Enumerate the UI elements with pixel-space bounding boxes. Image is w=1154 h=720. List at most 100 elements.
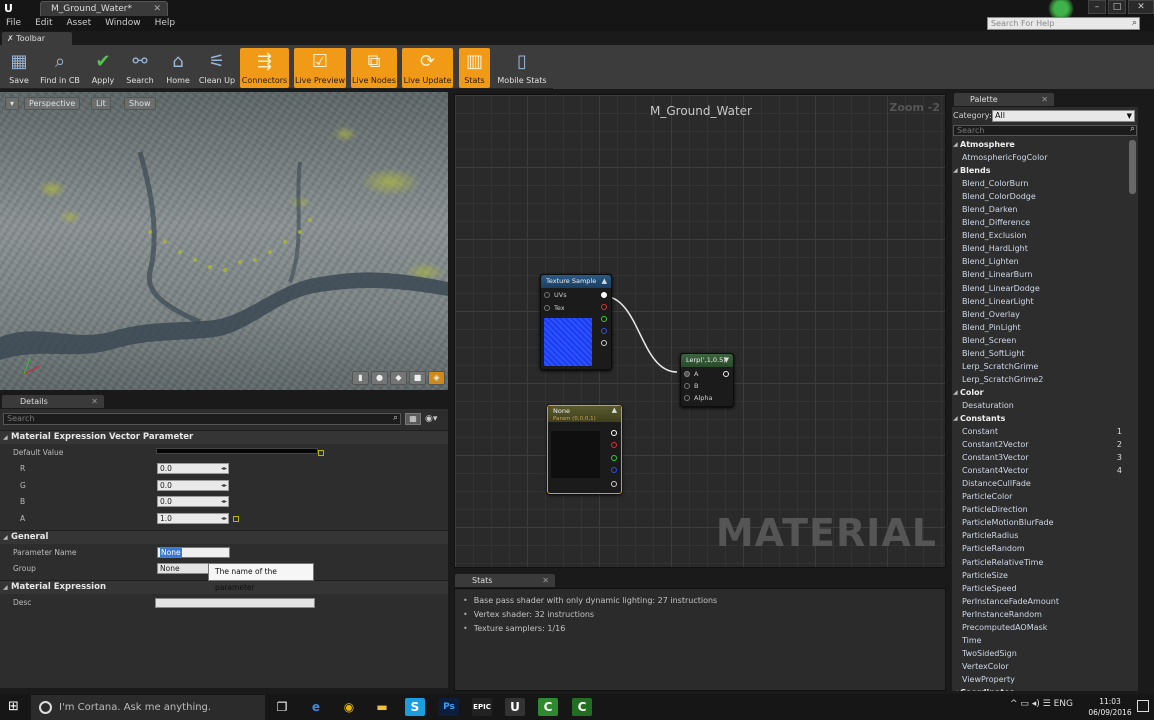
palette-item[interactable]: Blend_Screen [952,334,1128,347]
details-tab[interactable]: Details ✕ [2,395,104,408]
desc-input[interactable] [155,598,315,608]
palette-item[interactable]: Blend_Lighten [952,255,1128,268]
close-window-button[interactable]: ✕ [1128,0,1154,14]
palette-category[interactable]: Color [952,386,1128,399]
palette-item[interactable]: Constant4Vector 4 [952,464,1128,477]
channel-b-input[interactable]: 0.0 ◂▸ [157,496,229,507]
home-button[interactable]: ⌂ Home [163,48,193,88]
r-output-pin[interactable] [601,304,607,310]
close-tab-icon[interactable]: ✕ [542,574,549,587]
palette-item[interactable]: Constant 1 [952,425,1128,438]
palette-item[interactable]: Time [952,634,1128,647]
perspective-button[interactable]: Perspective [24,97,81,110]
palette-item[interactable]: DistanceCullFade [952,477,1128,490]
channel-g-input[interactable]: 0.0 ◂▸ [157,480,229,491]
palette-item[interactable]: PerInstanceRandom [952,608,1128,621]
palette-item[interactable]: Blend_PinLight [952,321,1128,334]
skype-icon[interactable]: S [405,698,425,716]
viewport-options-dropdown[interactable]: ▾ [5,97,19,110]
palette-item[interactable]: Blend_Darken [952,203,1128,216]
texture-sample-node[interactable]: Texture Sample ▲ UVs Tex [540,274,612,370]
menu-help[interactable]: Help [155,17,176,31]
palette-item[interactable]: TwoSidedSign [952,647,1128,660]
minimize-button[interactable]: – [1088,0,1106,14]
help-search-input[interactable]: Search For Help ⌕ [987,17,1140,30]
palette-item[interactable]: ParticleDirection [952,503,1128,516]
a-input-pin[interactable] [684,371,690,377]
menu-window[interactable]: Window [105,17,141,31]
lerp-node[interactable]: Lerp(',1,0.5) ▼ A B Alpha [680,353,734,407]
close-tab-icon[interactable]: ✕ [91,395,98,408]
palette-item[interactable]: Blend_Overlay [952,308,1128,321]
palette-item[interactable]: Constant3Vector 3 [952,451,1128,464]
close-tab-icon[interactable]: ✕ [1041,93,1048,106]
mobile-stats-button[interactable]: ▯ Mobile Stats [496,48,548,88]
windows-start-icon[interactable]: ⊞ [8,700,22,714]
palette-item[interactable]: PerInstanceFadeAmount [952,595,1128,608]
g-output-pin[interactable] [601,316,607,322]
camtasia-recorder-icon[interactable]: C [572,698,592,716]
collapse-arrow-icon[interactable]: ▲ [602,275,607,288]
tex-input-pin[interactable] [544,305,550,311]
palette-category[interactable]: Atmosphere [952,138,1128,151]
chrome-icon[interactable]: ◉ [339,698,359,716]
file-explorer-icon[interactable]: ▬ [372,698,392,716]
palette-item[interactable]: Blend_SoftLight [952,347,1128,360]
search-button[interactable]: ⚯ Search [124,48,156,88]
palette-item[interactable]: ParticleColor [952,490,1128,503]
palette-item[interactable]: Blend_HardLight [952,242,1128,255]
a-output-pin[interactable] [611,481,617,487]
photoshop-icon[interactable]: Ps [439,698,459,716]
spin-icon[interactable]: ◂▸ [221,481,227,490]
palette-item[interactable]: Constant2Vector 2 [952,438,1128,451]
palette-category[interactable]: Constants [952,412,1128,425]
parameter-name-input[interactable]: None [157,547,230,558]
palette-category[interactable]: Coordinates [952,686,1128,691]
vector-parameter-node[interactable]: None Param (0,0,0,1) ▲ [547,405,622,494]
wifi-icon[interactable]: ☰ [1043,699,1054,709]
palette-item[interactable]: Blend_ColorBurn [952,177,1128,190]
category-dropdown[interactable]: All ▼ [992,110,1135,122]
rgb-output-pin[interactable] [601,292,607,298]
b-input-pin[interactable] [684,383,690,389]
stats-button[interactable]: ▥ Stats [459,48,490,88]
connectors-button[interactable]: ⇶ Connectors [240,48,289,88]
view-options-grid-icon[interactable]: ▦ [405,413,421,425]
palette-item[interactable]: Desaturation [952,399,1128,412]
cylinder-preview-icon[interactable]: ▮ [352,371,369,385]
palette-item[interactable]: Blend_Difference [952,216,1128,229]
reset-to-default-icon[interactable] [318,450,324,456]
document-tab[interactable]: M_Ground_Water* ✕ [40,1,168,16]
g-output-pin[interactable] [611,455,617,461]
unreal-icon[interactable]: U [505,698,525,716]
show-button[interactable]: Show [124,97,156,110]
palette-item[interactable]: Blend_LinearLight [952,295,1128,308]
alpha-input-pin[interactable] [684,395,690,401]
category-general[interactable]: General [0,530,448,544]
find-in-cb-button[interactable]: ⌕ Find in CB [39,48,81,88]
epic-launcher-icon[interactable]: EPIC [472,698,492,716]
apply-button[interactable]: ✔ Apply [88,48,118,88]
task-view-icon[interactable]: ❐ [272,698,292,716]
collapse-arrow-icon[interactable]: ▲ [612,406,617,414]
palette-item[interactable]: Blend_LinearDodge [952,282,1128,295]
palette-item[interactable]: Lerp_ScratchGrime2 [952,373,1128,386]
menu-file[interactable]: File [6,17,21,31]
collapse-arrow-icon[interactable]: ▼ [724,354,729,367]
palette-item[interactable]: Blend_Exclusion [952,229,1128,242]
volume-icon[interactable]: ◂) [1032,699,1043,709]
b-output-pin[interactable] [611,467,617,473]
palette-scrollbar[interactable] [1129,140,1136,194]
spin-icon[interactable]: ◂▸ [221,514,227,523]
palette-item[interactable]: ParticleRelativeTime [952,556,1128,569]
palette-item[interactable]: ViewProperty [952,673,1128,686]
spin-icon[interactable]: ◂▸ [221,497,227,506]
stats-tab[interactable]: Stats ✕ [455,574,555,587]
color-swatch[interactable] [156,448,318,454]
reset-to-default-icon[interactable] [233,516,239,522]
b-output-pin[interactable] [601,328,607,334]
camtasia-icon[interactable]: C [538,698,558,716]
cortana-search-box[interactable]: I'm Cortana. Ask me anything. [31,695,265,720]
rgb-output-pin[interactable] [611,430,617,436]
palette-search-input[interactable]: Search ⌕ [953,125,1137,136]
